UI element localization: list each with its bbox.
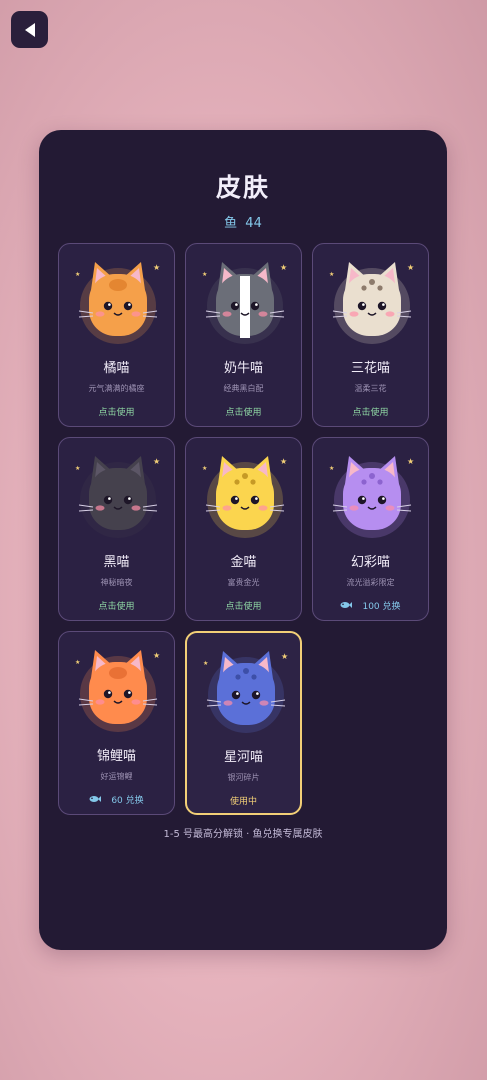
skin-card-cow[interactable]: ★ ★ 奶牛喵 经典黑白配 点击使用 [185,243,302,427]
svg-text:★: ★ [153,263,160,272]
svg-text:★: ★ [329,465,334,472]
cat-avatar-icon: ★ ★ [201,645,291,733]
cat-avatar-icon: ★ ★ [327,450,417,538]
skin-description: 流光溢彩限定 [346,578,395,587]
skin-description: 银河碎片 [227,773,260,782]
svg-text:★: ★ [75,659,80,666]
skin-action-label: 点击使用 [98,602,135,612]
cat-avatar-icon: ★ ★ [73,450,163,538]
svg-text:★: ★ [329,271,334,278]
skin-action-label: 使用中 [229,797,257,807]
skin-description: 神秘暗夜 [100,578,133,587]
footer-note: 1-5 号最高分解锁 · 鱼兑换专属皮肤 [163,829,323,840]
skin-name: 锦鲤喵 [96,749,136,764]
skin-description: 温柔三花 [354,384,387,393]
use-button[interactable]: 点击使用 [59,599,174,612]
skin-card-calico[interactable]: ★ ★ 三花喵 温柔三花 点击使用 [312,243,429,427]
cat-avatar-icon: ★ ★ [73,644,163,732]
skin-card-black[interactable]: ★ ★ 黑喵 神秘暗夜 点击使用 [58,437,175,621]
skin-name: 幻彩喵 [350,555,390,570]
skin-description: 元气满满的橘座 [88,384,145,393]
skin-card-rainbow[interactable]: ★ ★ 幻彩喵 流光溢彩限定 100 兑换 [312,437,429,621]
skin-name: 奶牛喵 [223,361,263,376]
svg-text:★: ★ [281,652,288,661]
fish-balance-label: 鱼 [224,216,238,231]
back-button[interactable] [11,11,48,48]
skin-action-label: 点击使用 [225,602,262,612]
skin-description: 好运锦鲤 [100,772,133,781]
page-title: 皮肤 [215,173,270,202]
skin-name: 金喵 [230,555,257,570]
skin-name: 黑喵 [103,555,130,570]
fish-balance-value: 44 [245,216,262,231]
svg-text:★: ★ [202,271,207,278]
cat-avatar-icon: ★ ★ [200,450,290,538]
svg-text:★: ★ [407,263,414,272]
skin-name: 三花喵 [350,361,390,376]
skin-action-label: 点击使用 [98,408,135,418]
skin-action-label: 60 兑换 [111,796,144,806]
use-button[interactable]: 点击使用 [313,405,428,418]
skin-action-label: 点击使用 [352,408,389,418]
redeem-button[interactable]: 100 兑换 [313,599,428,612]
skin-action-label: 100 兑换 [362,602,401,612]
skin-action-label: 点击使用 [225,408,262,418]
back-arrow-icon [24,22,35,37]
skin-card-orange[interactable]: ★ ★ 橘喵 元气满满的橘座 点击使用 [58,243,175,427]
skin-card-galaxy[interactable]: ★ ★ 星河喵 银河碎片 使用中 [185,631,302,815]
fish-balance: 鱼 44 [39,212,447,231]
skin-description: 富贵金光 [227,578,260,587]
svg-text:★: ★ [75,271,80,278]
use-button[interactable]: 点击使用 [59,405,174,418]
svg-text:★: ★ [203,660,208,667]
in-use-label: 使用中 [187,794,300,807]
cat-avatar-icon: ★ ★ [73,256,163,344]
svg-text:★: ★ [202,465,207,472]
cat-avatar-icon: ★ ★ [200,256,290,344]
skin-name: 星河喵 [223,750,263,765]
svg-text:★: ★ [407,457,414,466]
cat-avatar-icon: ★ ★ [327,256,417,344]
svg-text:★: ★ [153,651,160,660]
skin-name: 橘喵 [103,361,130,376]
svg-text:★: ★ [280,457,287,466]
skin-card-koi[interactable]: ★ ★ 锦鲤喵 好运锦鲤 60 兑换 [58,631,175,815]
skins-panel: 皮肤 鱼 44 ★ ★ 橘喵 元气满满的橘座 点击使用 ★ ★ 奶牛喵 经典黑白配 点击使用 ★ ★ 三… [39,130,447,950]
svg-text:★: ★ [280,263,287,272]
redeem-button[interactable]: 60 兑换 [59,793,174,806]
skin-card-gold[interactable]: ★ ★ 金喵 富贵金光 点击使用 [185,437,302,621]
fish-icon [89,795,102,806]
skin-description: 经典黑白配 [223,384,264,393]
svg-text:★: ★ [153,457,160,466]
fish-icon [340,601,353,612]
use-button[interactable]: 点击使用 [186,405,301,418]
use-button[interactable]: 点击使用 [186,599,301,612]
svg-text:★: ★ [75,465,80,472]
